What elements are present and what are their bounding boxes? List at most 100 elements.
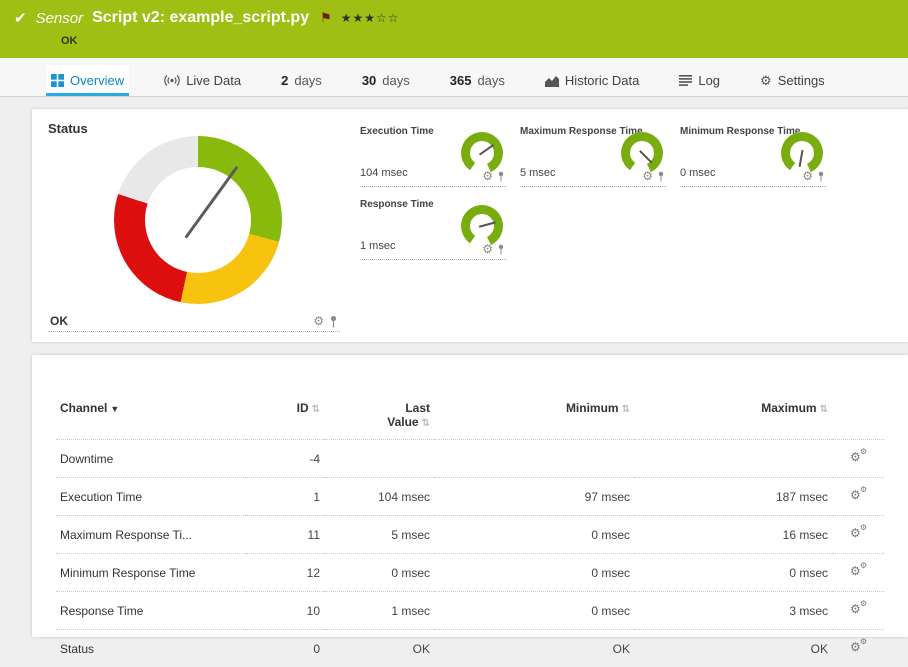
sensor-status-row: OK	[61, 31, 894, 49]
column-header-id[interactable]: ID⇅	[246, 397, 324, 440]
column-label: Value	[387, 415, 418, 429]
last-value-cell: 1 msec	[324, 592, 434, 630]
tab-label: Log	[698, 73, 720, 88]
gear-icon: ⚙	[860, 486, 867, 494]
gauge-value: 0 msec	[680, 167, 715, 179]
column-header-channel[interactable]: Channel▼	[56, 397, 246, 440]
channel-settings-icon[interactable]: ⚙⚙	[850, 640, 866, 654]
gear-icon[interactable]: ⚙	[313, 315, 324, 327]
pin-icon[interactable]	[817, 171, 825, 182]
tab-label-number: 30	[362, 73, 376, 88]
channel-cell[interactable]: Response Time	[56, 592, 246, 630]
maximum-cell: 187 msec	[634, 478, 832, 516]
minimum-cell: 0 msec	[434, 516, 634, 554]
tab-settings[interactable]: ⚙ Settings	[755, 65, 830, 96]
panel-icons: ⚙	[802, 170, 825, 182]
id-cell: 11	[246, 516, 324, 554]
channel-cell[interactable]: Maximum Response Ti...	[56, 516, 246, 554]
channel-settings-icon[interactable]: ⚙⚙	[850, 564, 866, 578]
id-cell: 1	[246, 478, 324, 516]
status-panel-title: Status	[48, 121, 348, 136]
id-cell: 12	[246, 554, 324, 592]
tab-365-days[interactable]: 365 days	[445, 65, 510, 96]
tab-label: Live Data	[186, 73, 241, 88]
tab-overview[interactable]: Overview	[46, 65, 129, 96]
column-label: ID	[297, 401, 309, 415]
sensor-header: ✔ Sensor Script v2: example_script.py ⚑ …	[0, 0, 908, 58]
ok-check-icon: ✔	[14, 9, 27, 27]
gauge-value: 5 msec	[520, 167, 555, 179]
tab-30-days[interactable]: 30 days	[357, 65, 415, 96]
gear-icon[interactable]: ⚙	[482, 243, 493, 255]
id-cell: 0	[246, 630, 324, 667]
sort-icon[interactable]: ⇅	[312, 404, 320, 415]
column-header-minimum[interactable]: Minimum⇅	[434, 397, 634, 440]
priority-stars[interactable]: ★★★☆☆	[341, 11, 400, 25]
channel-settings-icon[interactable]: ⚙⚙	[850, 602, 866, 616]
sort-desc-icon[interactable]: ▼	[110, 404, 119, 414]
sort-icon[interactable]: ⇅	[422, 418, 430, 429]
minimum-cell: 0 msec	[434, 554, 634, 592]
tab-label-number: 2	[281, 73, 288, 88]
channel-settings-icon[interactable]: ⚙⚙	[850, 488, 866, 502]
priority-flag-icon[interactable]: ⚑	[320, 10, 332, 26]
settings-cell: ⚙⚙	[832, 516, 884, 554]
sensor-status: OK	[61, 35, 78, 47]
maximum-cell: 0 msec	[634, 554, 832, 592]
channel-settings-icon[interactable]: ⚙⚙	[850, 526, 866, 540]
gear-icon: ⚙	[860, 524, 867, 532]
status-value: OK	[50, 314, 68, 328]
tab-log[interactable]: Log	[674, 65, 725, 96]
tab-label-unit: days	[477, 73, 504, 88]
channel-cell[interactable]: Minimum Response Time	[56, 554, 246, 592]
table-row: Minimum Response Time 12 0 msec 0 msec 0…	[56, 554, 884, 592]
id-cell: -4	[246, 440, 324, 478]
channel-table-panel: Channel▼ ID⇅ Last Value⇅ Minimum⇅ Maximu…	[32, 355, 908, 637]
gear-icon[interactable]: ⚙	[482, 170, 493, 182]
overview-grid-icon	[51, 74, 64, 87]
gauge-dial	[461, 132, 503, 174]
tab-label: Overview	[70, 73, 124, 88]
gear-icon[interactable]: ⚙	[642, 170, 653, 182]
channel-cell[interactable]: Execution Time	[56, 478, 246, 516]
sort-icon[interactable]: ⇅	[820, 404, 828, 415]
historic-data-chart-icon	[545, 75, 559, 87]
pin-icon[interactable]	[497, 244, 505, 255]
gear-icon: ⚙	[860, 562, 867, 570]
tab-2-days[interactable]: 2 days	[276, 65, 327, 96]
pin-icon[interactable]	[657, 171, 665, 182]
mini-gauge-maximum-response-time: Maximum Response Time 5 msec ⚙	[520, 123, 667, 187]
column-header-last-value[interactable]: Last Value ⇅	[324, 397, 434, 440]
sort-icon[interactable]: ⇅	[622, 404, 630, 415]
last-value-cell: OK	[324, 630, 434, 667]
tab-bar: Overview Live Data 2 days 30 days 365 da…	[0, 58, 908, 97]
tab-live-data[interactable]: Live Data	[159, 65, 246, 96]
column-label: Last	[328, 401, 430, 415]
channel-cell[interactable]: Downtime	[56, 440, 246, 478]
channel-settings-icon[interactable]: ⚙⚙	[850, 450, 866, 464]
settings-cell: ⚙⚙	[832, 440, 884, 478]
settings-cell: ⚙⚙	[832, 478, 884, 516]
pin-icon[interactable]	[497, 171, 505, 182]
gear-icon: ⚙	[760, 74, 772, 87]
maximum-cell: OK	[634, 630, 832, 667]
sensor-title-row: ✔ Sensor Script v2: example_script.py ⚑ …	[14, 9, 894, 27]
gauge-dial	[461, 205, 503, 247]
panel-icons: ⚙	[642, 170, 665, 182]
pin-icon[interactable]	[329, 315, 338, 328]
channel-cell[interactable]: Status	[56, 630, 246, 667]
maximum-cell	[634, 440, 832, 478]
log-list-icon	[679, 75, 692, 86]
minimum-cell: 97 msec	[434, 478, 634, 516]
gear-icon: ⚙	[860, 600, 867, 608]
status-gauge-zone: Status OK ⚙	[48, 121, 348, 342]
minimum-cell: OK	[434, 630, 634, 667]
column-header-maximum[interactable]: Maximum⇅	[634, 397, 832, 440]
settings-cell: ⚙⚙	[832, 554, 884, 592]
tab-historic-data[interactable]: Historic Data	[540, 65, 644, 96]
maximum-cell: 3 msec	[634, 592, 832, 630]
tab-label-unit: days	[382, 73, 409, 88]
table-row: Maximum Response Ti... 11 5 msec 0 msec …	[56, 516, 884, 554]
gear-icon[interactable]: ⚙	[802, 170, 813, 182]
last-value-cell: 5 msec	[324, 516, 434, 554]
